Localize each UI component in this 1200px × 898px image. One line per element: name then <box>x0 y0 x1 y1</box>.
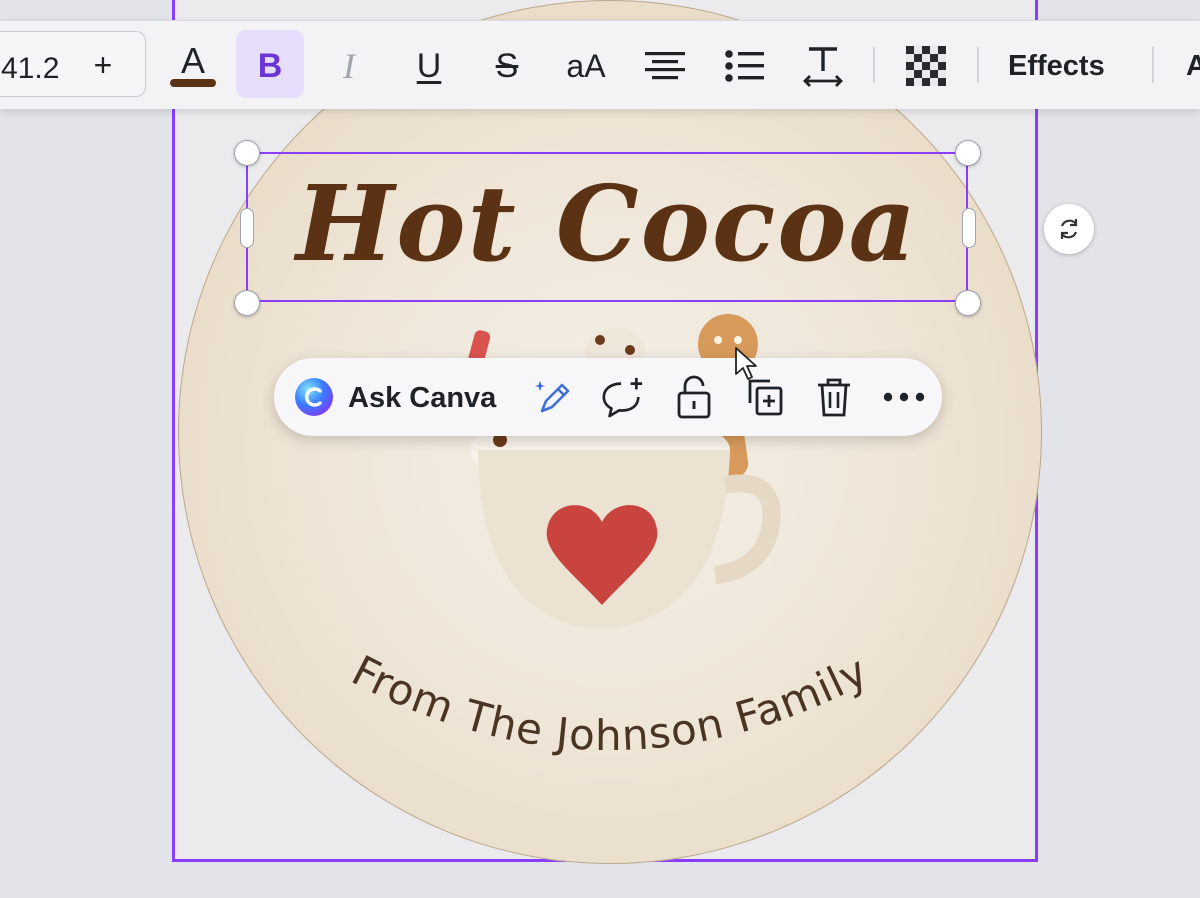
text-color-swatch <box>170 79 216 87</box>
transparency-icon <box>906 46 946 86</box>
subtitle-text: From The Johnson Family <box>344 646 874 760</box>
toolbar-divider <box>873 47 875 83</box>
trash-icon <box>818 378 850 417</box>
magic-write-button[interactable] <box>532 375 576 419</box>
ask-canva-label[interactable]: Ask Canva <box>348 382 496 415</box>
selection-frame <box>246 152 968 302</box>
canva-assistant-icon <box>295 378 333 416</box>
font-size-input[interactable]: 41.2 <box>1 52 59 86</box>
lock-icon <box>677 375 711 419</box>
ask-canva-button[interactable] <box>292 375 336 419</box>
spacing-button[interactable] <box>798 45 848 87</box>
bold-icon: B <box>236 45 304 87</box>
letter-case-button[interactable]: aA <box>556 45 616 87</box>
underline-button[interactable]: U <box>402 45 456 87</box>
svg-text:From The Johnson Family: From The Johnson Family <box>344 646 875 760</box>
text-formatting-toolbar: 41.2 + A B I U S aA Effects A <box>0 20 1200 109</box>
strikethrough-icon: S <box>495 46 519 85</box>
align-center-icon <box>645 52 685 80</box>
comment-button[interactable] <box>600 375 644 419</box>
text-color-button[interactable]: A <box>166 40 220 87</box>
resize-handle-top-right[interactable] <box>955 140 981 166</box>
italic-icon: I <box>343 46 355 86</box>
more-options-button[interactable] <box>882 375 926 419</box>
resize-handle-bottom-right[interactable] <box>955 290 981 316</box>
more-icon <box>883 392 925 402</box>
delete-button[interactable] <box>812 375 856 419</box>
list-button[interactable] <box>720 45 770 87</box>
rotate-icon <box>1060 219 1078 239</box>
transparency-button[interactable] <box>902 45 950 87</box>
lock-button[interactable] <box>672 375 716 419</box>
effects-button[interactable]: Effects <box>1008 45 1105 87</box>
bullet-list-icon <box>725 50 764 82</box>
text-spacing-icon <box>803 47 843 87</box>
add-comment-icon <box>602 377 643 418</box>
increase-font-size-button[interactable]: + <box>89 47 117 84</box>
text-color-icon: A <box>180 40 205 81</box>
element-context-menu: Ask Canva <box>274 358 942 436</box>
toolbar-divider <box>977 47 979 83</box>
rotate-button[interactable] <box>1044 204 1094 254</box>
animate-button[interactable]: A <box>1186 45 1200 87</box>
underline-icon: U <box>416 46 442 85</box>
bold-letter: B <box>257 46 283 85</box>
italic-button[interactable]: I <box>322 45 376 87</box>
resize-handle-bottom-left[interactable] <box>234 290 260 316</box>
letter-case-icon: aA <box>566 47 606 84</box>
strikethrough-button[interactable]: S <box>480 45 534 87</box>
resize-handle-left[interactable] <box>240 208 254 248</box>
align-button[interactable] <box>640 45 690 87</box>
resize-handle-right[interactable] <box>962 208 976 248</box>
curved-subtitle[interactable]: From The Johnson Family <box>300 600 920 790</box>
magic-write-icon <box>535 381 570 413</box>
font-size-control: 41.2 + <box>0 31 146 97</box>
toolbar-divider <box>1152 47 1154 83</box>
resize-handle-top-left[interactable] <box>234 140 260 166</box>
mouse-cursor-icon <box>735 347 757 380</box>
